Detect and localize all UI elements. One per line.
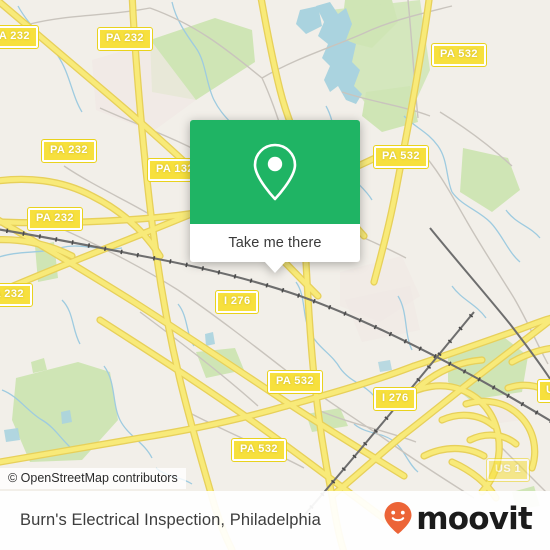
- moovit-smiley-pin-icon: [383, 501, 413, 540]
- take-me-there-button[interactable]: Take me there: [228, 235, 321, 251]
- road-shield-i276-b[interactable]: I 276: [372, 387, 418, 411]
- destination-popup[interactable]: Take me there: [190, 120, 360, 273]
- place-title: Burn's Electrical Inspection, Philadelph…: [20, 511, 321, 529]
- bottom-info-bar: Burn's Electrical Inspection, Philadelph…: [0, 491, 550, 550]
- road-shield-us1-a[interactable]: US 1: [536, 379, 550, 403]
- road-shield-i276-a[interactable]: I 276: [214, 290, 260, 314]
- popup-action-bar[interactable]: Take me there: [190, 224, 360, 273]
- popup-tail-arrow: [264, 261, 286, 273]
- road-shield-pa232-b[interactable]: PA 232: [97, 27, 153, 51]
- location-pin-icon: [248, 141, 302, 203]
- road-shield-pa532-c[interactable]: PA 532: [267, 370, 323, 394]
- popup-pin-panel: [190, 120, 360, 224]
- road-shield-pa232-a[interactable]: PA 232: [0, 25, 39, 49]
- road-shield-us1-b[interactable]: US 1: [485, 458, 531, 482]
- road-shield-pa232-d[interactable]: PA 232: [27, 207, 83, 231]
- road-shield-pa232-c[interactable]: PA 232: [41, 139, 97, 163]
- road-shield-pa532-b[interactable]: PA 532: [373, 145, 429, 169]
- moovit-logo[interactable]: moovit: [383, 500, 533, 540]
- map-screenshot: PA 232 PA 232 PA 532 PA 232 PA 132 PA 53…: [0, 0, 550, 550]
- road-shield-pa232-e[interactable]: PA 232: [0, 283, 33, 307]
- osm-attribution[interactable]: © OpenStreetMap contributors: [0, 468, 186, 489]
- road-shield-pa532-a[interactable]: PA 532: [431, 43, 487, 67]
- moovit-wordmark: moovit: [416, 500, 533, 537]
- road-shield-pa532-d[interactable]: PA 532: [231, 438, 287, 462]
